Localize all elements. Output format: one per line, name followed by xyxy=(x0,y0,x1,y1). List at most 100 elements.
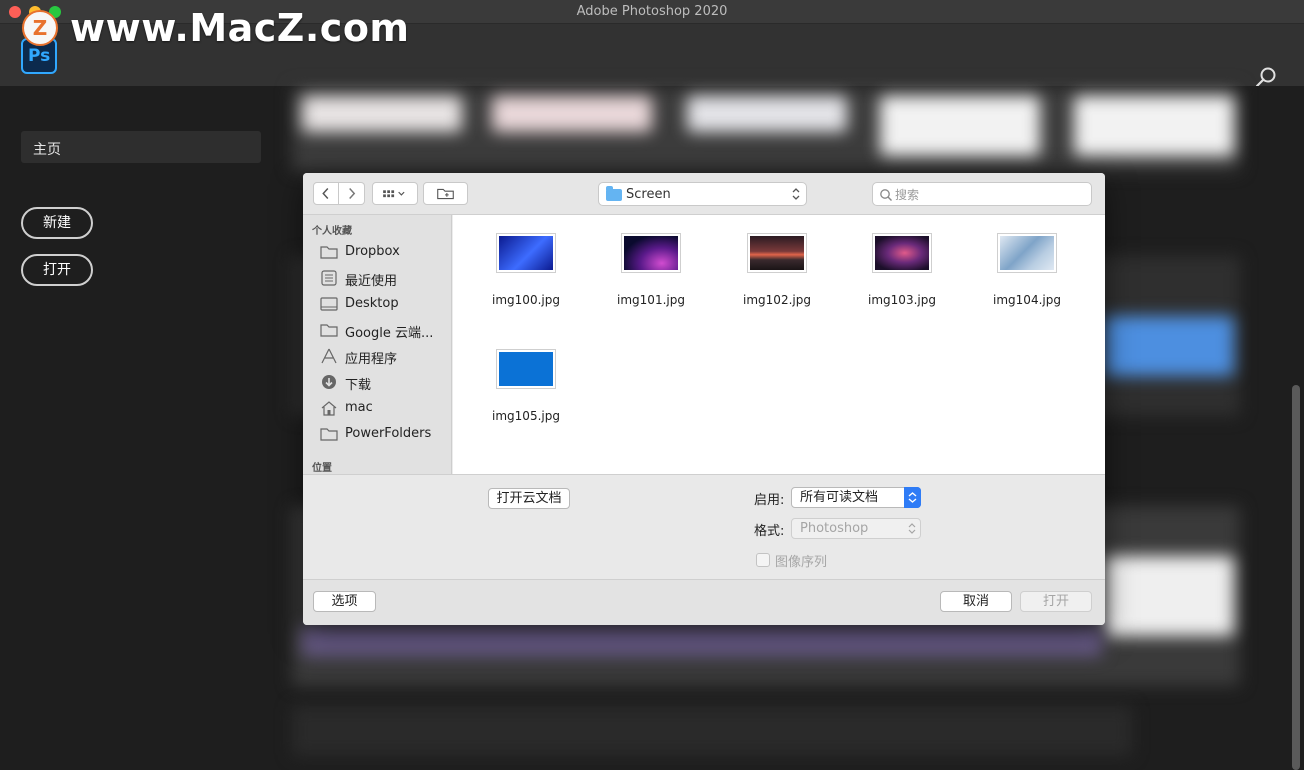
grid-view-icon xyxy=(383,190,405,198)
thumbnail-image xyxy=(1000,236,1054,270)
up-down-chevron-icon xyxy=(792,188,800,200)
options-button[interactable]: 选项 xyxy=(313,591,376,612)
file-name: img103.jpg xyxy=(868,293,936,307)
location-text: Screen xyxy=(626,187,671,202)
dialog-sidebar: 个人收藏 Dropbox 最近使用 Desktop Google 云端... 应… xyxy=(303,215,452,474)
new-folder-button[interactable] xyxy=(423,182,468,205)
forward-button[interactable] xyxy=(339,182,365,205)
format-select[interactable]: Photoshop xyxy=(791,518,921,539)
thumbnail-image xyxy=(499,352,553,386)
cancel-button[interactable]: 取消 xyxy=(940,591,1012,612)
sidebar-item-home[interactable]: 主页 xyxy=(21,131,261,163)
sidebar-item-downloads[interactable]: 下载 xyxy=(303,369,451,395)
sidebar-item-applications[interactable]: 应用程序 xyxy=(303,343,451,369)
favorites-header: 个人收藏 xyxy=(312,226,352,237)
folder-icon xyxy=(320,428,338,441)
thumbnail-image xyxy=(875,236,929,270)
download-icon xyxy=(322,375,336,389)
watermark-badge: Z xyxy=(22,10,58,46)
sidebar-item-label: Google 云端... xyxy=(345,326,434,341)
blurred-thumb xyxy=(880,96,1040,156)
file-name: img105.jpg xyxy=(492,409,560,423)
enable-select-value: 所有可读文档 xyxy=(800,490,879,505)
thumbnail-image xyxy=(750,236,804,270)
sidebar-item-desktop[interactable]: Desktop xyxy=(303,291,451,317)
file-thumbnail xyxy=(496,233,556,273)
thumbnail-image xyxy=(499,236,553,270)
dialog-toolbar: Screen xyxy=(303,173,1105,215)
sidebar-item-label: mac xyxy=(345,400,373,415)
search-icon xyxy=(880,189,892,201)
file-item[interactable]: img103.jpg xyxy=(847,215,957,315)
format-label: 格式: xyxy=(754,524,785,539)
sidebar-item-label: PowerFolders xyxy=(345,426,432,441)
enable-select[interactable]: 所有可读文档 xyxy=(791,487,921,508)
file-item[interactable]: img101.jpg xyxy=(596,215,706,315)
locations-header: 位置 xyxy=(312,463,332,474)
home-icon xyxy=(321,401,337,416)
blurred-thumb xyxy=(1104,556,1234,636)
chevron-right-icon xyxy=(349,187,356,200)
folder-icon xyxy=(606,186,622,201)
file-item[interactable]: img105.jpg xyxy=(471,331,581,431)
file-thumbnail xyxy=(621,233,681,273)
sidebar: 主页 新建 打开 xyxy=(0,86,282,770)
file-browser: img100.jpg img101.jpg img102.jpg img103.… xyxy=(453,215,1105,474)
back-button[interactable] xyxy=(313,182,339,205)
file-name: img101.jpg xyxy=(617,293,685,307)
chevron-left-icon xyxy=(322,187,329,200)
format-select-value: Photoshop xyxy=(800,521,869,536)
folder-icon xyxy=(320,246,338,259)
blurred-thumb xyxy=(1074,96,1234,156)
dialog-options: 打开云文档 启用: 所有可读文档 格式: Photoshop 图像序列 xyxy=(303,474,1105,579)
sidebar-item-google-drive[interactable]: Google 云端... xyxy=(303,317,451,343)
location-dropdown[interactable]: Screen xyxy=(598,182,807,206)
scrollbar[interactable] xyxy=(1292,385,1300,770)
file-item[interactable]: img100.jpg xyxy=(471,215,581,315)
file-thumbnail xyxy=(997,233,1057,273)
open-button[interactable]: 打开 xyxy=(21,254,93,286)
sidebar-item-label: 下载 xyxy=(345,378,372,393)
search-field[interactable] xyxy=(872,182,1092,206)
file-thumbnail xyxy=(747,233,807,273)
applications-icon xyxy=(321,348,337,364)
thumbnail-image xyxy=(624,236,678,270)
up-down-chevron-icon xyxy=(908,523,916,534)
watermark: Z www.MacZ.com xyxy=(22,6,410,50)
blurred-recent-row xyxy=(292,706,1132,756)
open-file-dialog: Screen 个人收藏 Dropbox 最近使用 Desktop xyxy=(303,173,1105,625)
sidebar-item-label: 主页 xyxy=(33,142,61,158)
new-folder-icon xyxy=(437,188,454,200)
sidebar-item-powerfolders[interactable]: PowerFolders xyxy=(303,421,451,447)
watermark-text: www.MacZ.com xyxy=(70,6,410,50)
sidebar-item-label: 最近使用 xyxy=(345,274,398,289)
file-item[interactable]: img104.jpg xyxy=(972,215,1082,315)
dialog-footer: 选项 取消 打开 xyxy=(303,579,1105,625)
up-down-chevron-icon xyxy=(904,487,921,508)
file-item[interactable]: img102.jpg xyxy=(722,215,832,315)
sidebar-item-dropbox[interactable]: Dropbox xyxy=(303,239,451,265)
sidebar-item-label: 应用程序 xyxy=(345,352,398,367)
folder-icon xyxy=(320,324,338,337)
file-name: img100.jpg xyxy=(492,293,560,307)
open-file-button[interactable]: 打开 xyxy=(1020,591,1092,612)
sidebar-item-home-folder[interactable]: mac xyxy=(303,395,451,421)
image-sequence-checkbox[interactable] xyxy=(756,553,770,567)
search-input[interactable] xyxy=(895,185,1085,204)
blurred-thumb xyxy=(1104,316,1234,376)
file-thumbnail xyxy=(872,233,932,273)
file-name: img104.jpg xyxy=(993,293,1061,307)
new-button[interactable]: 新建 xyxy=(21,207,93,239)
sidebar-item-label: Desktop xyxy=(345,296,399,311)
blurred-thumb xyxy=(302,96,462,132)
open-cloud-documents-button[interactable]: 打开云文档 xyxy=(488,488,570,509)
enable-label: 启用: xyxy=(754,493,785,508)
image-sequence-label: 图像序列 xyxy=(775,555,828,570)
view-mode-button[interactable] xyxy=(372,182,418,205)
blurred-thumb xyxy=(302,626,1102,656)
sidebar-item-label: Dropbox xyxy=(345,244,400,259)
file-thumbnail xyxy=(496,349,556,389)
desktop-icon xyxy=(320,297,338,311)
sidebar-item-recents[interactable]: 最近使用 xyxy=(303,265,451,291)
blurred-thumb xyxy=(687,96,847,132)
